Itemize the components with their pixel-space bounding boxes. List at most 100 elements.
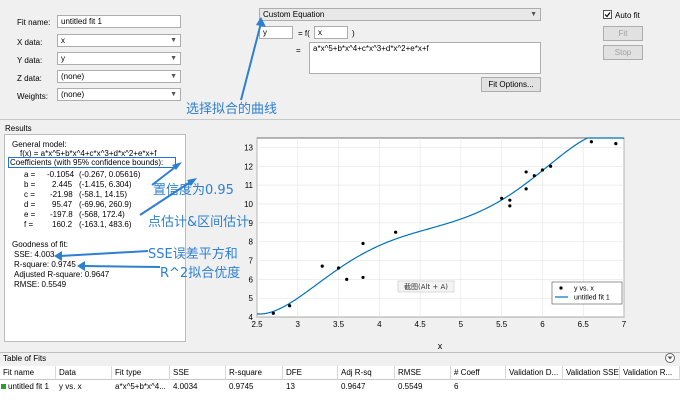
collapse-icon[interactable] [665, 353, 675, 363]
data-point [500, 196, 504, 200]
table-header-cell[interactable]: SSE [170, 366, 226, 380]
fit-options-button[interactable]: Fit Options... [481, 77, 541, 92]
equation-expression-input[interactable]: a*x^5+b*x^4+c*x^3+d*x^2+e*x+f [309, 42, 541, 74]
y-tick-label: 4 [249, 313, 254, 322]
screenshot-hint: 截图(Alt + A) [404, 282, 448, 291]
fit-name-label: Fit name: [17, 18, 51, 27]
fit-plot[interactable]: 2.5 3 3.5 4 4.5 5 5.5 6 6.5 7 4 5 6 7 8 9 10 11 12 13 x 截图… [230, 126, 676, 352]
x-tick-label: 2.5 [251, 320, 263, 329]
weights-value: (none) [61, 90, 85, 99]
x-tick-label: 6.5 [578, 320, 590, 329]
x-data-value: x [61, 36, 65, 45]
table-header-cell[interactable]: Validation R... [620, 366, 680, 380]
coef-f-name: f = [24, 220, 34, 229]
section-divider [0, 119, 680, 120]
data-point [549, 164, 553, 168]
table-header-cell[interactable]: Validation SSE [563, 366, 620, 380]
y-tick-label: 13 [244, 143, 253, 152]
fit-name-input[interactable]: untitled fit 1 [57, 15, 181, 28]
y-data-value: y [61, 54, 65, 63]
data-point [336, 266, 341, 270]
y-tick-label: 11 [245, 181, 254, 190]
coef-a-bounds: (-0.267, 0.05616) [79, 170, 141, 179]
auto-fit-checkbox[interactable] [603, 10, 612, 19]
coef-d-name: d = [24, 200, 36, 209]
data-point [540, 168, 545, 172]
table-header-cell[interactable]: Validation D... [506, 366, 563, 380]
y-data-dropdown[interactable]: y ▼ [57, 52, 181, 65]
chevron-down-icon: ▼ [170, 91, 177, 98]
stop-button[interactable]: Stop [603, 45, 643, 60]
table-header-cell[interactable]: R-square [226, 366, 283, 380]
data-point [524, 187, 528, 191]
annotation-arrow-select [240, 17, 266, 101]
x-tick-label: 4 [377, 320, 382, 329]
chevron-down-icon: ▼ [170, 73, 177, 80]
results-panel: General model: f(x) = a*x^5+b*x^4+c*x^3+… [4, 134, 186, 342]
annotation-confidence: 置信度为0.95 [153, 183, 234, 198]
chevron-down-icon: ▼ [530, 11, 537, 18]
coef-b-name: b = [24, 180, 36, 189]
table-header-cell[interactable]: Fit type [112, 366, 170, 380]
y-tick-label: 12 [244, 162, 253, 171]
y-data-label: Y data: [17, 56, 43, 65]
table-cell[interactable]: 13 [283, 380, 338, 394]
data-point [508, 198, 512, 202]
table-cell[interactable]: 0.9647 [338, 380, 395, 394]
equation-f-label: = f( [298, 29, 310, 38]
equation-close-paren: ) [352, 29, 355, 38]
table-cell[interactable]: 6 [451, 380, 506, 394]
data-point [614, 142, 618, 146]
y-tick-label: 8 [249, 238, 254, 247]
table-cell[interactable]: y vs. x [56, 380, 112, 394]
chevron-down-icon: ▼ [170, 55, 177, 62]
data-point [394, 230, 398, 234]
x-tick-label: 6 [540, 320, 545, 329]
table-cell[interactable] [563, 380, 620, 394]
fit-status-icon [1, 384, 6, 389]
x-data-label: X data: [17, 38, 43, 47]
rmse-value: RMSE: 0.5549 [14, 280, 67, 289]
weights-dropdown[interactable]: (none) ▼ [57, 88, 181, 101]
data-point [532, 174, 536, 178]
x-tick-label: 5 [459, 320, 464, 329]
table-cell[interactable]: a*x^5+b*x^4... [112, 380, 170, 394]
table-cell[interactable]: untitled fit 1 [0, 380, 56, 394]
table-cell[interactable]: 4.0034 [170, 380, 226, 394]
table-cell[interactable] [620, 380, 680, 394]
equation-equals: = [296, 46, 301, 55]
y-tick-label: 7 [249, 256, 254, 265]
fit-type-dropdown[interactable]: Custom Equation ▼ [259, 8, 541, 21]
x-tick-label: 5.5 [496, 320, 508, 329]
table-cell[interactable]: 0.9745 [226, 380, 283, 394]
x-data-dropdown[interactable]: x ▼ [57, 34, 181, 47]
coef-e-bounds: (-568, 172.4) [79, 210, 125, 219]
table-cell[interactable]: 0.5549 [395, 380, 451, 394]
equation-var-input[interactable]: x [314, 26, 348, 39]
table-header-cell[interactable]: DFE [283, 366, 338, 380]
coef-c-name: c = [24, 190, 35, 199]
z-data-value: (none) [61, 72, 85, 81]
table-header-cell[interactable]: # Coeff [451, 366, 506, 380]
x-tick-label: 3 [296, 320, 301, 329]
rsquare-value: R-square: 0.9745 [14, 260, 76, 269]
data-point [589, 140, 593, 144]
y-tick-label: 6 [249, 275, 254, 284]
coef-f-bounds: (-163.1, 483.6) [79, 220, 132, 229]
table-header-cell[interactable]: Data [56, 366, 112, 380]
coef-b-bounds: (-1.415, 6.304) [79, 180, 132, 189]
z-data-dropdown[interactable]: (none) ▼ [57, 70, 181, 83]
sse-value: SSE: 4.003 [14, 250, 55, 259]
table-title: Table of Fits [3, 354, 47, 363]
table-header-cell[interactable]: RMSE [395, 366, 451, 380]
fit-button[interactable]: Fit [603, 26, 643, 41]
annotation-select-curve: 选择拟合的曲线 [186, 102, 278, 117]
coef-header: Coefficients (with 95% confidence bounds… [10, 158, 164, 167]
x-axis-label: x [438, 341, 443, 351]
data-point [271, 311, 275, 315]
table-header-cell[interactable]: Adj R-sq [338, 366, 395, 380]
coef-f-value: 160.2 [52, 220, 73, 229]
table-header-cell[interactable]: Fit name [0, 366, 56, 380]
annotation-sse: SSE误差平方和 [148, 247, 238, 262]
table-cell[interactable] [506, 380, 563, 394]
